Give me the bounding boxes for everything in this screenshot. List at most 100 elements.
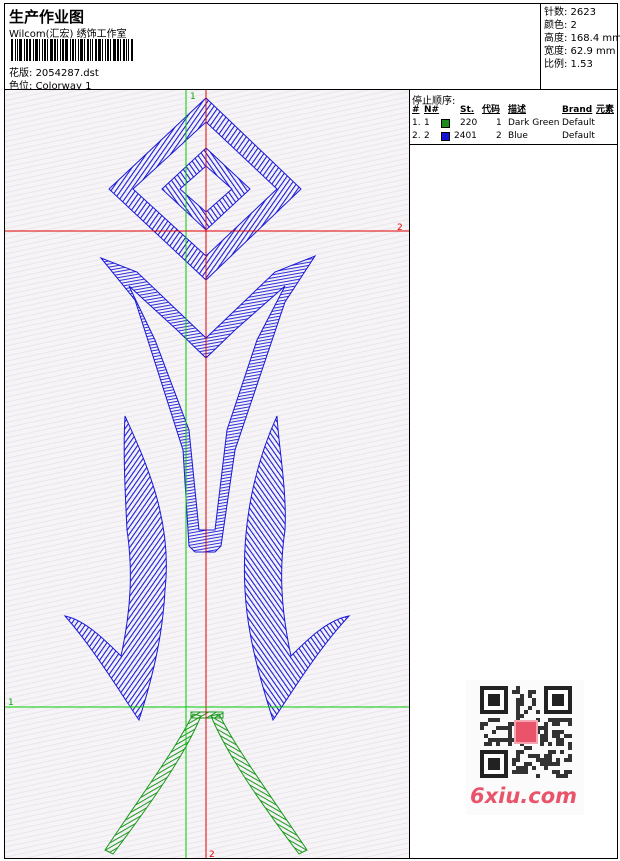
barcode-bar (44, 39, 46, 61)
col-needle: N# (424, 105, 440, 115)
qr-module (536, 754, 540, 758)
qr-module (540, 758, 544, 762)
watermark-text: 6xiu.com (470, 784, 578, 808)
guide-label-h-green: 1 (8, 698, 14, 708)
qr-module (528, 694, 532, 698)
qr-module (564, 734, 568, 738)
qr-module (544, 758, 548, 762)
qr-module (544, 762, 548, 766)
qr-module (524, 762, 528, 766)
qr-module (532, 766, 536, 770)
qr-module (480, 726, 484, 730)
qr-module (520, 714, 524, 718)
qr-module (516, 770, 520, 774)
qr-module (488, 718, 492, 722)
color-swatch (441, 132, 450, 141)
barcode-bar (70, 39, 71, 61)
qr-module (548, 762, 552, 766)
qr-module (528, 690, 532, 694)
stop-sequence-panel: 停止顺序: # N# St. 代码 描述 Brand 元素 1. 1 220 1… (410, 90, 617, 145)
qr-module (552, 734, 556, 738)
stat-stitches: 针数: 2623 (544, 7, 596, 18)
qr-module (484, 734, 488, 738)
qr-module (556, 758, 560, 762)
qr-module (540, 742, 544, 746)
row-needle: 2 (424, 131, 430, 141)
table-row: 2. 2 2401 2 Blue Default (410, 130, 617, 143)
barcode-bar (42, 39, 43, 61)
qr-module (556, 738, 560, 742)
barcode-bar (33, 39, 34, 61)
barcode-bar (110, 39, 111, 61)
col-element: 元素 (596, 105, 615, 115)
qr-module (544, 730, 548, 734)
barcode-bar (126, 39, 127, 61)
qr-module (544, 754, 548, 758)
row-code: 1 (496, 118, 502, 128)
qr-module (500, 726, 504, 730)
col-index: # (412, 105, 420, 115)
barcode-bar (92, 39, 93, 61)
qr-module (568, 754, 572, 758)
qr-module (536, 710, 540, 714)
qr-module (552, 730, 556, 734)
barcode-bar (98, 39, 101, 61)
guide-lines: 1 2 2 1 (5, 90, 409, 858)
qr-module (496, 738, 500, 742)
barcode-bar (24, 39, 25, 61)
barcode-bar (54, 39, 56, 61)
qr-module (564, 770, 568, 774)
stat-height: 高度: 168.4 mm (544, 33, 620, 44)
qr-module (508, 722, 512, 726)
qr-module (516, 714, 520, 718)
qr-module (512, 758, 516, 762)
qr-module (544, 726, 548, 730)
qr-module (536, 758, 540, 762)
qr-module (548, 718, 552, 722)
right-leaf (243, 415, 351, 722)
qr-module (516, 706, 520, 710)
qr-module (492, 718, 496, 722)
barcode-bar (120, 39, 121, 61)
qr-module (520, 770, 524, 774)
qr-module (564, 758, 568, 762)
qr-module (560, 730, 564, 734)
qr-module (520, 766, 524, 770)
barcode-bar (131, 39, 133, 61)
qr-module (516, 758, 520, 762)
qr-module (488, 742, 492, 746)
row-stitch-code: 2401 (454, 131, 477, 141)
guide-label-v-red: 2 (209, 850, 215, 858)
qr-module (488, 694, 500, 706)
barcode-bar (123, 39, 125, 61)
qr-module (528, 746, 532, 750)
stat-colors: 颜色: 2 (544, 20, 577, 31)
barcode-bar (47, 39, 48, 61)
qr-module (548, 750, 552, 754)
row-code: 2 (496, 131, 502, 141)
qr-module (552, 762, 556, 766)
barcode-bar (65, 39, 68, 61)
barcode-bar (87, 39, 89, 61)
qr-module (552, 694, 564, 706)
col-brand: Brand (562, 105, 593, 115)
qr-module (504, 738, 508, 742)
qr-module (492, 738, 496, 742)
qr-module (568, 718, 572, 722)
col-description: 描述 (508, 105, 527, 115)
qr-module (556, 774, 560, 778)
qr-module (536, 774, 540, 778)
qr-module (528, 706, 532, 710)
qr-module (556, 722, 560, 726)
qr-module (508, 734, 512, 738)
stat-scale: 比例: 1.53 (544, 59, 593, 70)
barcode-bar (26, 39, 28, 61)
qr-module (496, 726, 500, 730)
barcode-bar (107, 39, 109, 61)
row-needle: 1 (424, 118, 430, 128)
qr-module (544, 734, 548, 738)
qr-module (520, 694, 524, 698)
qr-module (568, 758, 572, 762)
qr-module (516, 686, 520, 690)
barcode-bar (75, 39, 76, 61)
